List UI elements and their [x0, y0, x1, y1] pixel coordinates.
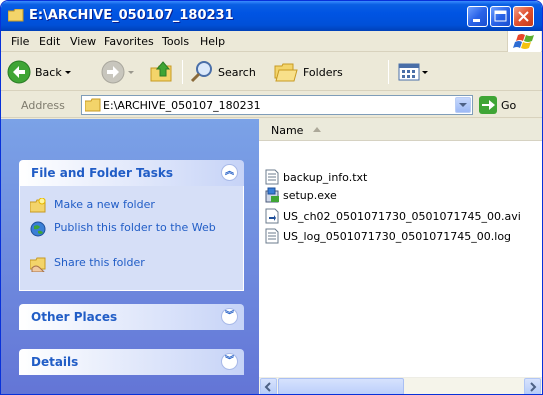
file-row[interactable]: US_log_0501071730_0501071745_00.log	[265, 227, 511, 245]
chevron-right-icon	[530, 382, 537, 392]
forward-dropdown-icon[interactable]	[125, 60, 137, 84]
explorer-window: E:\ARCHIVE_050107_180231 File Edit View …	[0, 0, 543, 395]
views-icon	[398, 63, 420, 81]
file-folder-tasks-body: Make a new folder Publish this folder to…	[19, 186, 244, 291]
chevron-down-icon[interactable]: ︾	[221, 353, 238, 370]
folders-button[interactable]: Folders	[273, 60, 343, 84]
publish-web-icon	[30, 221, 46, 237]
windows-logo-icon	[507, 31, 541, 52]
folder-icon	[8, 9, 24, 22]
menu-bar: File Edit View Favorites Tools Help	[1, 31, 542, 52]
text-file-icon	[265, 169, 279, 185]
chevron-down-icon	[459, 103, 467, 107]
views-dropdown-icon[interactable]	[420, 60, 430, 84]
menu-help[interactable]: Help	[200, 35, 225, 48]
chevron-left-icon	[264, 382, 271, 392]
address-value: E:\ARCHIVE_050107_180231	[103, 99, 261, 112]
file-row[interactable]: setup.exe	[265, 186, 337, 204]
folders-icon	[274, 63, 298, 82]
up-folder-icon	[150, 61, 172, 82]
task-share-folder[interactable]: Share this folder	[30, 256, 224, 272]
forward-arrow-icon	[101, 60, 125, 84]
new-folder-icon	[30, 198, 46, 213]
toolbar-separator	[388, 60, 389, 84]
scroll-left-button[interactable]	[260, 378, 277, 394]
column-header-name[interactable]: Name	[259, 119, 542, 141]
window-title: E:\ARCHIVE_050107_180231	[29, 8, 234, 23]
minimize-icon	[473, 19, 480, 22]
file-folder-tasks-header[interactable]: File and Folder Tasks ︽	[19, 160, 244, 186]
menu-edit[interactable]: Edit	[39, 35, 60, 48]
maximize-icon	[494, 10, 507, 22]
address-label: Address	[21, 99, 65, 112]
other-places-header[interactable]: Other Places ︾	[19, 304, 244, 330]
share-folder-icon	[30, 257, 46, 272]
minimize-button[interactable]	[467, 6, 488, 27]
address-field[interactable]: E:\ARCHIVE_050107_180231	[81, 95, 473, 115]
task-pane: File and Folder Tasks ︽ Make a new folde…	[1, 119, 259, 394]
search-icon	[190, 61, 212, 83]
task-make-new-folder[interactable]: Make a new folder	[30, 198, 224, 214]
sort-ascending-icon	[313, 127, 321, 132]
setup-exe-icon	[265, 187, 279, 203]
horizontal-scrollbar[interactable]	[259, 377, 542, 394]
scroll-thumb[interactable]	[278, 378, 404, 394]
video-file-icon	[265, 208, 279, 224]
menu-tools[interactable]: Tools	[162, 35, 189, 48]
address-bar: Address E:\ARCHIVE_050107_180231 Go	[1, 92, 542, 118]
views-button[interactable]	[398, 60, 430, 84]
file-row[interactable]: backup_info.txt	[265, 168, 367, 186]
chevron-down-icon[interactable]: ︾	[221, 308, 238, 325]
back-arrow-icon	[7, 60, 31, 84]
address-dropdown-button[interactable]	[455, 97, 471, 113]
forward-button[interactable]	[101, 60, 137, 84]
folder-icon	[85, 98, 101, 112]
maximize-button[interactable]	[490, 6, 511, 27]
chevron-up-icon[interactable]: ︽	[221, 164, 238, 181]
close-icon	[518, 11, 529, 22]
back-dropdown-icon[interactable]	[62, 60, 74, 84]
task-publish-web[interactable]: Publish this folder to the Web	[30, 221, 224, 237]
file-row[interactable]: US_ch02_0501071730_0501071745_00.avi	[265, 207, 521, 225]
menu-favorites[interactable]: Favorites	[104, 35, 154, 48]
standard-toolbar: Back Search Folders	[1, 53, 542, 91]
up-folder-button[interactable]	[149, 60, 175, 84]
go-arrow-icon	[479, 96, 497, 114]
title-bar[interactable]: E:\ARCHIVE_050107_180231	[1, 1, 542, 31]
back-button[interactable]: Back	[7, 60, 74, 84]
scroll-right-button[interactable]	[524, 378, 541, 394]
close-button[interactable]	[513, 6, 534, 27]
menu-view[interactable]: View	[70, 35, 96, 48]
go-button[interactable]: Go	[479, 95, 539, 115]
search-button[interactable]: Search	[190, 60, 256, 84]
file-list: Name backup_info.txt setup.exe US_ch02_0…	[259, 119, 542, 394]
log-file-icon	[265, 228, 279, 244]
menu-file[interactable]: File	[11, 35, 29, 48]
toolbar-separator	[182, 60, 183, 84]
details-header[interactable]: Details ︾	[19, 349, 244, 375]
